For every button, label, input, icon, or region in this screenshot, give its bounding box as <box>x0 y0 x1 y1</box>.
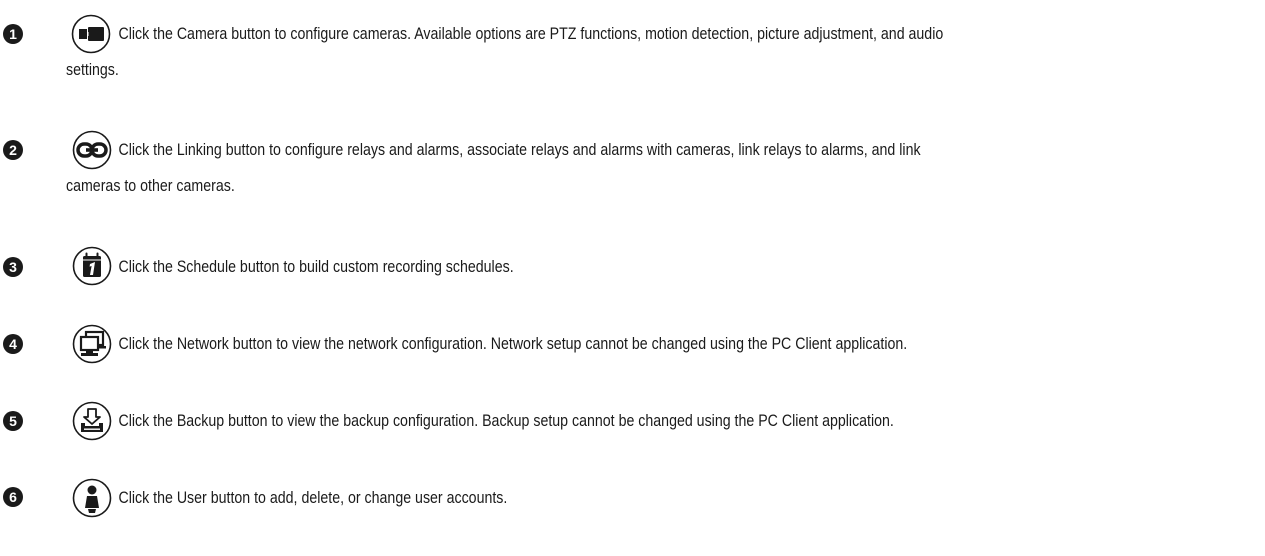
schedule-description: Click the Schedule button to build custo… <box>118 258 514 276</box>
linking-description: Click the Linking button to configure re… <box>118 141 921 159</box>
step-number-5: 5 <box>3 411 23 431</box>
network-description: Click the Network button to view the net… <box>118 335 908 353</box>
step-number-1: 1 <box>3 24 23 44</box>
user-description: Click the User button to add, delete, or… <box>118 489 508 507</box>
linking-description-cont: cameras to other cameras. <box>66 177 235 195</box>
step-number-3: 3 <box>3 257 23 277</box>
step-number-4: 4 <box>3 334 23 354</box>
camera-description: Click the Camera button to configure cam… <box>118 25 944 43</box>
step-number-2: 2 <box>3 140 23 160</box>
camera-description-cont: settings. <box>66 61 119 79</box>
step-number-6: 6 <box>3 487 23 507</box>
backup-description: Click the Backup button to view the back… <box>118 412 894 430</box>
